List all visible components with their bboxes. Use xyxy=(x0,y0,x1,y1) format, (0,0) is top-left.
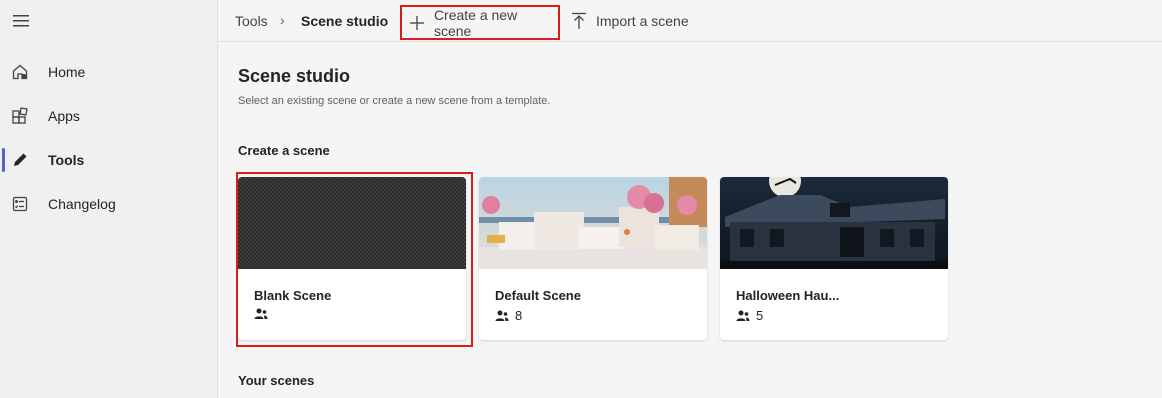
main-content: Scene studio Select an existing scene or… xyxy=(218,43,1162,398)
page-title: Scene studio xyxy=(238,66,351,86)
create-new-scene-button[interactable]: Create a new scene xyxy=(400,5,560,40)
sidebar-item-apps[interactable]: Apps xyxy=(0,96,217,136)
sidebar-item-label: Tools xyxy=(48,152,85,168)
participant-count: 5 xyxy=(756,308,764,323)
active-indicator xyxy=(2,148,5,172)
changelog-icon xyxy=(10,194,30,214)
sidebar-item-tools[interactable]: Tools xyxy=(0,140,217,180)
halloween-scene-thumbnail xyxy=(720,177,948,269)
scene-card-meta: 8 xyxy=(495,308,522,323)
sidebar-item-changelog[interactable]: Changelog xyxy=(0,184,217,224)
import-scene-button[interactable]: Import a scene xyxy=(570,7,689,35)
scene-card-meta: 5 xyxy=(736,308,763,323)
sidebar-item-home[interactable]: Home xyxy=(0,52,217,92)
breadcrumb-separator: › xyxy=(280,12,285,28)
scene-card-title: Default Scene xyxy=(495,288,581,303)
scene-card-blank[interactable]: Blank Scene xyxy=(238,177,466,340)
default-scene-thumbnail xyxy=(479,177,707,269)
breadcrumb-current: Scene studio xyxy=(301,13,389,29)
upload-icon xyxy=(570,12,588,30)
home-icon xyxy=(10,62,30,82)
breadcrumb-tools-link[interactable]: Tools xyxy=(235,13,268,29)
scene-card-title: Halloween Hau... xyxy=(736,288,840,303)
apps-icon xyxy=(10,106,30,126)
sidebar-item-label: Apps xyxy=(48,108,80,124)
plus-icon xyxy=(408,14,426,32)
scene-card-meta xyxy=(254,308,274,320)
import-scene-label: Import a scene xyxy=(596,13,689,29)
create-new-scene-label: Create a new scene xyxy=(433,6,518,39)
participant-count: 8 xyxy=(515,308,523,323)
scene-card-default[interactable]: Default Scene 8 xyxy=(479,177,707,340)
your-scenes-heading: Your scenes xyxy=(238,373,315,388)
top-bar: Tools › Scene studio Create a new scene … xyxy=(218,0,1162,42)
blank-scene-thumbnail xyxy=(238,177,466,269)
people-icon xyxy=(736,310,750,321)
scene-card-title: Blank Scene xyxy=(254,288,332,303)
pen-icon xyxy=(10,150,30,170)
create-scene-heading: Create a scene xyxy=(238,143,330,158)
hamburger-icon xyxy=(13,15,29,27)
sidebar-item-label: Home xyxy=(48,64,86,80)
page-subtitle: Select an existing scene or create a new… xyxy=(238,95,551,107)
people-icon xyxy=(254,308,268,319)
people-icon xyxy=(495,310,509,321)
hamburger-menu-button[interactable] xyxy=(10,10,32,32)
sidebar: Home Apps Tools Changelog xyxy=(0,0,218,398)
scene-card-halloween[interactable]: Halloween Hau... 5 xyxy=(720,177,948,340)
sidebar-item-label: Changelog xyxy=(48,196,116,212)
